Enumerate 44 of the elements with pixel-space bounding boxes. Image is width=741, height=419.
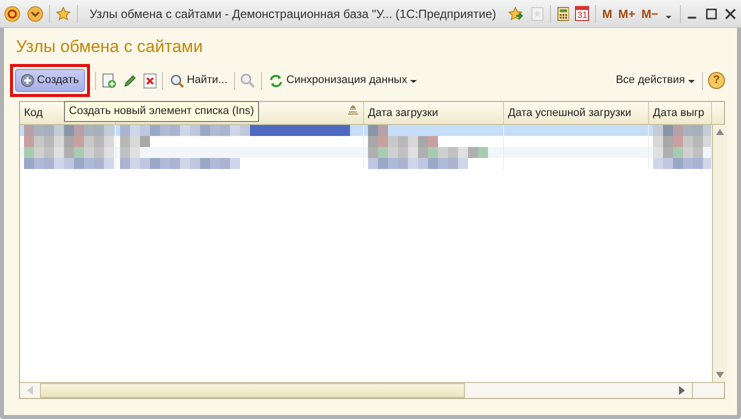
app-logo-icon[interactable] [4, 4, 21, 22]
copy-document-icon[interactable] [100, 72, 117, 88]
table-row[interactable] [20, 146, 712, 158]
window-title: Узлы обмена с сайтами - Демонстрационная база "У... (1С:Предприятие) [88, 6, 496, 22]
column-label: Код [24, 106, 43, 120]
menu-icon[interactable] [26, 4, 44, 22]
column-header[interactable]: Дата загрузки [364, 102, 504, 124]
calendar-icon[interactable]: 31 [575, 6, 590, 21]
sync-button[interactable]: Синхронизация данных [267, 72, 420, 89]
memory-button[interactable]: M− [641, 4, 658, 22]
plus-icon [21, 74, 34, 87]
help-button[interactable]: ? [708, 72, 725, 89]
redacted-block [653, 124, 711, 136]
vertical-scrollbar[interactable] [712, 124, 727, 382]
close-icon[interactable] [724, 6, 738, 20]
sort-icon[interactable] [347, 104, 359, 114]
find-button[interactable]: Найти... [168, 72, 230, 89]
column-label: Дата загрузки [368, 106, 438, 120]
table-row[interactable] [20, 124, 712, 136]
star-arrow-icon[interactable] [508, 6, 525, 22]
table-row[interactable] [20, 158, 712, 168]
memory-button[interactable]: M [602, 4, 612, 22]
redacted-block [653, 158, 711, 168]
column-label: Дата выгр [653, 106, 704, 120]
column-header[interactable]: Дата успешной загрузки [504, 102, 649, 124]
form-title: Узлы обмена с сайтами [15, 36, 204, 58]
pencil-icon[interactable] [122, 72, 138, 88]
refresh-icon [269, 74, 284, 88]
search-icon [170, 74, 184, 88]
redacted-block [653, 146, 703, 158]
calculator-icon[interactable] [556, 6, 570, 22]
maximize-icon[interactable] [705, 6, 718, 20]
memory-button[interactable]: M+ [618, 4, 636, 22]
delete-icon[interactable] [142, 72, 157, 88]
create-button[interactable]: Создать [15, 69, 85, 92]
column-header[interactable]: Дата выгр [649, 102, 712, 124]
cancel-search-icon[interactable] [240, 72, 256, 88]
redacted-block [653, 136, 711, 146]
star-icon[interactable] [56, 6, 71, 22]
tooltip: Создать новый элемент списка (Ins) [64, 101, 260, 122]
table-row[interactable] [20, 136, 712, 146]
all-actions-button[interactable]: Все действия [614, 72, 697, 89]
column-label: Дата успешной загрузки [508, 106, 632, 120]
scrollbar-thumb[interactable] [40, 383, 465, 398]
